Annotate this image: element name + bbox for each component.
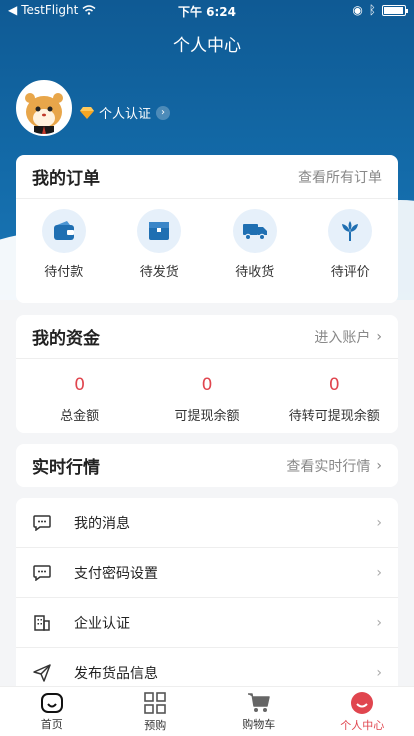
chevron-right-icon: › — [376, 564, 382, 581]
cart-icon — [247, 692, 270, 712]
order-pending-review[interactable]: 待评价 — [310, 209, 390, 280]
tab-preorder[interactable]: 预购 — [104, 687, 208, 736]
menu-item-messages[interactable]: 我的消息 › — [16, 498, 398, 548]
chevron-right-icon: › — [376, 664, 382, 681]
menu-item-payment-password[interactable]: 支付密码设置 › — [16, 548, 398, 598]
user-icon — [351, 691, 374, 714]
home-icon — [40, 692, 63, 713]
view-all-orders-link[interactable]: 查看所有订单 — [298, 167, 382, 187]
fund-pending-value: 0 — [328, 375, 340, 395]
fund-total-value: 0 — [74, 375, 86, 395]
market-card: 实时行情 查看实时行情 › — [16, 444, 398, 487]
message-icon — [32, 513, 52, 533]
truck-icon — [242, 224, 267, 241]
funds-card: 我的资金 进入账户 › 0 总金额 0 可提现余额 0 待转可提现余额 — [16, 315, 398, 433]
bluetooth-icon: ᛒ — [368, 3, 376, 17]
personal-verify-link[interactable]: 个人认证 › — [80, 103, 171, 122]
chevron-right-icon: › — [376, 614, 382, 631]
order-pending-receipt[interactable]: 待收货 — [215, 209, 295, 280]
fund-withdrawable-value: 0 — [201, 375, 213, 395]
verify-label: 个人认证 — [99, 107, 152, 122]
order-pending-shipment[interactable]: 待发货 — [119, 209, 199, 280]
tab-home[interactable]: 首页 — [0, 687, 104, 736]
fund-withdrawable[interactable]: 0 可提现余额 — [147, 375, 267, 424]
funds-title: 我的资金 — [32, 329, 100, 349]
send-icon — [32, 663, 52, 683]
enter-account-link[interactable]: 进入账户 › — [314, 327, 382, 347]
diamond-icon — [80, 106, 94, 119]
hamster-avatar-icon — [18, 82, 70, 134]
wallet-icon — [53, 221, 74, 240]
view-market-link[interactable]: 查看实时行情 › — [286, 456, 382, 476]
market-title: 实时行情 — [32, 458, 100, 478]
orders-title: 我的订单 — [32, 169, 100, 189]
battery-icon — [382, 4, 408, 16]
chevron-right-icon: › — [376, 514, 382, 531]
menu-item-enterprise-verify[interactable]: 企业认证 › — [16, 598, 398, 648]
chevron-right-icon: › — [376, 457, 382, 474]
status-bar: ◀ TestFlight 下午 6:24 ◉ ᛒ — [0, 0, 414, 20]
password-icon — [32, 563, 52, 583]
avatar[interactable] — [16, 80, 72, 136]
chevron-right-icon: › — [376, 328, 382, 345]
fund-pending-withdrawable[interactable]: 0 待转可提现余额 — [274, 375, 394, 424]
settings-menu: 我的消息 › 支付密码设置 › 企业认证 › 发布货品信息 › — [16, 498, 398, 698]
fund-total[interactable]: 0 总金额 — [20, 375, 140, 424]
orders-card: 我的订单 查看所有订单 待付款 待发货 待收货 待评价 — [16, 155, 398, 303]
chevron-right-icon: › — [156, 105, 171, 120]
page-title: 个人中心 — [173, 36, 241, 56]
building-icon — [32, 613, 52, 633]
tab-bar: 首页 预购 购物车 个人中心 — [0, 686, 414, 736]
box-icon — [149, 222, 170, 240]
grid-icon — [144, 691, 167, 714]
flower-icon — [342, 221, 359, 241]
order-pending-payment[interactable]: 待付款 — [24, 209, 104, 280]
tab-cart[interactable]: 购物车 — [207, 687, 311, 736]
tab-profile[interactable]: 个人中心 — [311, 687, 414, 736]
lock-rotation-icon: ◉ — [352, 3, 363, 17]
